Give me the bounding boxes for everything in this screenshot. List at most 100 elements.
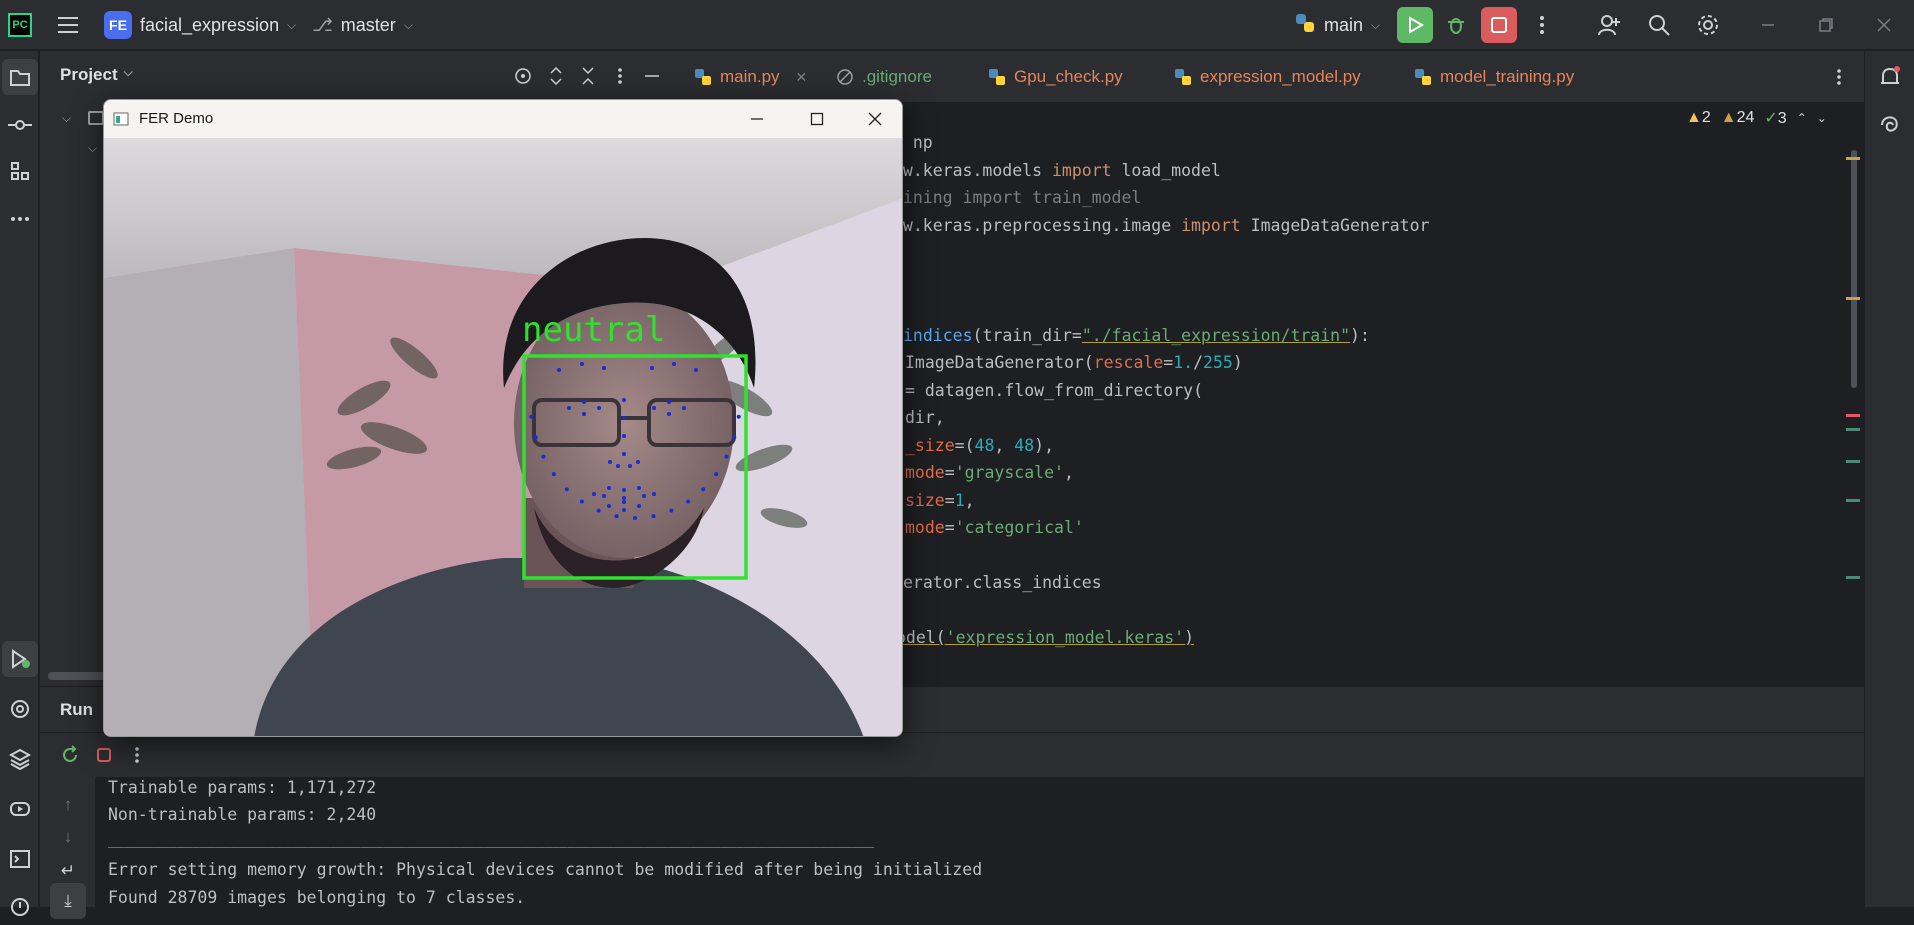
project-panel-header: Project ⌵	[40, 51, 680, 101]
change-marker[interactable]	[1846, 576, 1860, 579]
tab-main-py[interactable]: main.py ✕	[694, 51, 807, 103]
search-icon[interactable]	[1641, 7, 1677, 43]
tab-expression-model[interactable]: expression_model.py	[1174, 51, 1361, 103]
change-marker[interactable]	[1846, 428, 1860, 431]
collapse-all-icon[interactable]	[570, 58, 606, 94]
project-badge: FE	[104, 11, 132, 39]
chevron-down-icon: ⌵	[403, 17, 413, 32]
left-tool-bar	[0, 51, 39, 916]
add-user-icon[interactable]	[1591, 7, 1627, 43]
branch-switcher[interactable]: ⎇ master ⌵	[312, 0, 413, 50]
run-panel-title[interactable]: Run	[60, 700, 93, 720]
face-landmark-dot	[533, 435, 538, 440]
commit-icon[interactable]	[2, 107, 38, 143]
code-line: aining import train_model	[893, 188, 1142, 207]
problems-icon[interactable]	[2, 889, 38, 925]
face-landmark-dot	[607, 504, 611, 508]
code-line: dir,	[905, 408, 945, 427]
ai-assistant-icon[interactable]	[1872, 107, 1908, 143]
face-landmark-dot	[633, 516, 637, 520]
fer-window-titlebar[interactable]: FER Demo	[104, 100, 902, 138]
scroll-down-icon[interactable]: ↓	[50, 819, 86, 855]
close-tab-icon[interactable]: ✕	[796, 69, 808, 86]
code-line: = datagen.flow_from_directory(	[905, 381, 1204, 400]
maximize-icon[interactable]	[788, 100, 846, 138]
face-landmark-dot	[672, 362, 676, 366]
code-line: odel('expression_model.keras')	[896, 628, 1195, 647]
settings-gear-icon[interactable]	[1690, 7, 1726, 43]
notifications-bell-icon[interactable]	[1872, 59, 1908, 95]
run-options-icon[interactable]	[119, 737, 155, 773]
run-config-selector[interactable]: main ⌵	[1294, 0, 1380, 50]
chevron-down-icon[interactable]: ⌄	[1817, 111, 1827, 125]
scroll-to-end-icon[interactable]: ⤓	[50, 883, 86, 919]
rerun-button[interactable]	[1397, 7, 1433, 43]
warning-marker[interactable]	[1846, 297, 1860, 300]
close-icon[interactable]	[1866, 7, 1902, 43]
minimize-icon[interactable]	[728, 100, 786, 138]
change-marker[interactable]	[1846, 499, 1860, 502]
chevron-down-icon[interactable]: ⌵	[88, 141, 97, 156]
expand-all-icon[interactable]	[538, 58, 574, 94]
error-marker[interactable]	[1846, 414, 1860, 417]
stop-button[interactable]	[1481, 7, 1517, 43]
face-landmark-dot	[622, 488, 626, 492]
project-panel-title[interactable]: Project ⌵	[60, 65, 133, 85]
python-icon	[1294, 12, 1316, 39]
tab-model-training[interactable]: model_training.py	[1414, 51, 1574, 103]
face-landmark-dot	[580, 362, 584, 366]
face-landmark-dot	[597, 406, 601, 410]
more-actions-icon[interactable]	[1524, 7, 1560, 43]
hide-panel-icon[interactable]	[634, 58, 670, 94]
run-config-name: main	[1324, 14, 1364, 35]
folder-icon	[88, 111, 104, 125]
scroll-up-icon[interactable]: ↑	[50, 787, 86, 823]
python-packages-icon[interactable]	[2, 741, 38, 777]
face-landmark-dot	[607, 486, 611, 490]
run-tool-icon[interactable]	[2, 641, 38, 677]
inspection-widget[interactable]: ▲2 ▲24 ✓3 ⌃ ⌄	[1686, 108, 1827, 128]
fer-demo-window[interactable]: FER Demo neutral	[103, 99, 903, 737]
stop-icon[interactable]	[86, 737, 122, 773]
rerun-icon[interactable]	[52, 737, 88, 773]
close-icon[interactable]	[846, 100, 902, 138]
face-landmark-dot	[564, 487, 569, 492]
face-landmark-dot	[529, 414, 534, 419]
structure-icon[interactable]	[2, 153, 38, 189]
console-line: Trainable params: 1,171,272	[108, 778, 377, 797]
face-landmark-dot	[669, 508, 674, 513]
terminal-icon[interactable]	[2, 841, 38, 877]
editor-vertical-scrollbar[interactable]	[1851, 150, 1857, 388]
chevron-up-icon[interactable]: ⌃	[1797, 111, 1807, 125]
restore-icon[interactable]	[1808, 7, 1844, 43]
code-line: erator.class_indices	[903, 573, 1102, 592]
face-landmark-dot	[541, 454, 546, 459]
chevron-down-icon[interactable]: ⌵	[62, 111, 82, 131]
panel-options-icon[interactable]	[602, 58, 638, 94]
face-landmark-dot	[622, 496, 626, 500]
chevron-down-icon: ⌵	[1371, 17, 1381, 32]
expression-label: neutral	[522, 310, 666, 350]
webcam-feed: neutral	[104, 138, 902, 736]
locate-file-icon[interactable]	[505, 58, 541, 94]
tab-options-icon[interactable]	[1821, 59, 1857, 95]
debug-icon[interactable]	[1438, 7, 1474, 43]
tab-gpu-check[interactable]: Gpu_check.py	[988, 51, 1123, 103]
project-switcher[interactable]: FE facial_expression ⌵	[104, 0, 296, 50]
code-line: mode='grayscale',	[905, 463, 1074, 482]
tab-gitignore[interactable]: .gitignore	[836, 51, 932, 103]
warning-marker[interactable]	[1846, 157, 1860, 160]
face-landmark-dot	[622, 452, 626, 456]
code-line: mode='categorical'	[905, 518, 1084, 537]
main-menu-icon[interactable]	[50, 7, 86, 43]
face-landmark-dot	[622, 398, 626, 402]
face-landmark-dot	[642, 494, 646, 498]
project-folder-icon[interactable]	[2, 59, 38, 95]
services-icon[interactable]	[2, 791, 38, 827]
change-marker[interactable]	[1846, 460, 1860, 463]
face-landmark-dot	[637, 486, 641, 490]
python-console-icon[interactable]	[2, 691, 38, 727]
more-tools-icon[interactable]	[2, 201, 38, 237]
minimize-icon[interactable]	[1750, 7, 1786, 43]
face-landmark-dot	[714, 472, 719, 477]
